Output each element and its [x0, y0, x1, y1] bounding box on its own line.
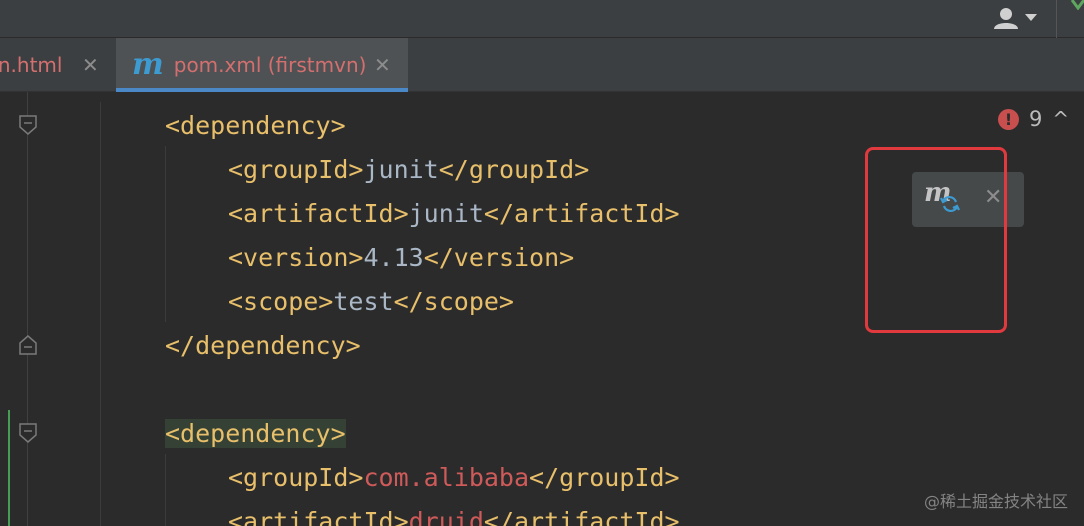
error-icon: ! [998, 108, 1019, 130]
indent-guide [165, 146, 166, 322]
vcs-change-marker[interactable] [8, 410, 10, 526]
indent-guide [165, 454, 166, 526]
tab-label: rn.html [0, 52, 63, 77]
user-icon [994, 8, 1018, 29]
xml-tag-highlighted: <dependency> [165, 419, 346, 448]
xml-tag: </groupId> [529, 463, 680, 492]
code-line-3[interactable]: <artifactId>junit</artifactId> [228, 194, 680, 234]
user-menu-button[interactable] [986, 0, 1044, 36]
tab-pom-xml[interactable]: m pom.xml (firstmvn) ✕ [116, 38, 408, 92]
tab-close-icon[interactable]: ✕ [82, 53, 99, 77]
xml-tag: </artifactId> [483, 199, 680, 228]
indent-guide [100, 102, 101, 526]
xml-tag: <dependency> [165, 111, 346, 140]
code-line-2[interactable]: <groupId>junit</groupId> [228, 150, 589, 190]
xml-tag: <scope> [228, 287, 334, 316]
fold-icon[interactable] [19, 423, 37, 443]
xml-tag: </scope> [393, 287, 514, 316]
xml-tag: <groupId> [228, 155, 364, 184]
xml-value-unresolved: com.alibaba [363, 463, 530, 492]
tab-close-icon[interactable]: ✕ [374, 53, 391, 77]
fold-icon[interactable] [19, 115, 37, 135]
xml-tag: <groupId> [228, 463, 364, 492]
watermark: @稀土掘金技术社区 [923, 492, 1068, 511]
previous-problem-icon[interactable]: ^ [1052, 107, 1069, 131]
xml-value: junit [408, 199, 484, 228]
xml-value: 4.13 [363, 243, 424, 272]
toolbar-separator [1056, 0, 1057, 38]
editor-tab-bar: rn.html ✕ m pom.xml (firstmvn) ✕ [0, 38, 1084, 92]
code-line-4[interactable]: <version>4.13</version> [228, 238, 574, 278]
tab-label: pom.xml (firstmvn) [173, 52, 367, 77]
code-line-8[interactable]: <dependency> [165, 414, 346, 454]
inspection-widget[interactable]: ! 9 ^ [998, 106, 1069, 132]
xml-tag: <version> [228, 243, 364, 272]
code-line-10[interactable]: <artifactId>druid</artifactId> [228, 502, 680, 526]
error-count: 9 [1029, 107, 1043, 131]
xml-value-unresolved: druid [408, 507, 484, 526]
xml-tag: </groupId> [438, 155, 590, 184]
xml-value: test [333, 287, 394, 316]
xml-tag: <artifactId> [228, 199, 409, 228]
code-line-1[interactable]: <dependency> [165, 106, 346, 146]
tab-html-file[interactable]: rn.html ✕ [0, 38, 106, 91]
maven-logo-icon: m [132, 46, 164, 82]
annotation-highlight-box [865, 147, 1007, 333]
top-toolbar [0, 0, 1084, 38]
xml-tag: </dependency> [165, 331, 361, 360]
chevron-down-icon [1025, 14, 1037, 21]
xml-tag: </version> [423, 243, 575, 272]
code-line-5[interactable]: <scope>test</scope> [228, 282, 514, 322]
xml-value: junit [363, 155, 439, 184]
xml-tag: <artifactId> [228, 507, 409, 526]
fold-end-icon[interactable] [19, 335, 37, 355]
build-status-icon[interactable] [1070, 0, 1084, 10]
xml-tag: </artifactId> [483, 507, 680, 526]
code-line-9[interactable]: <groupId>com.alibaba</groupId> [228, 458, 680, 498]
code-line-6[interactable]: </dependency> [165, 326, 361, 366]
gutter-fold-line [27, 92, 28, 526]
